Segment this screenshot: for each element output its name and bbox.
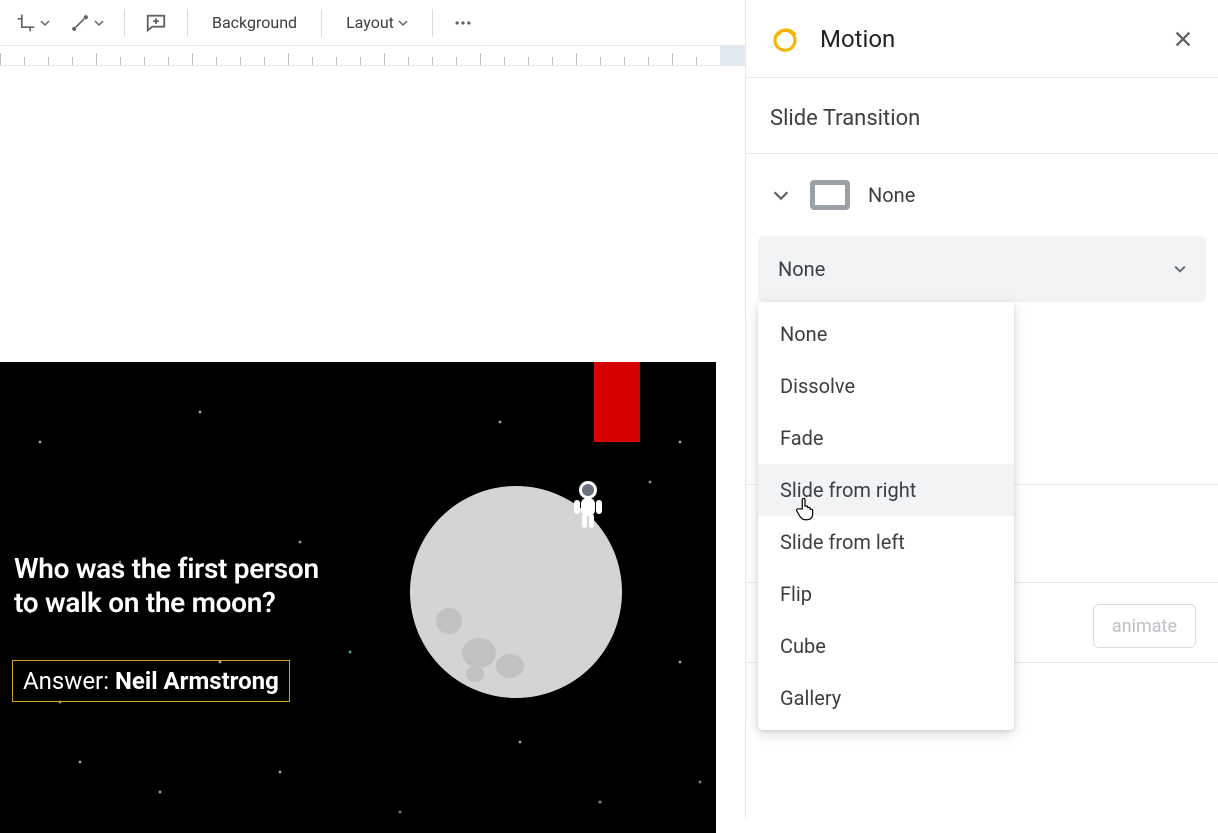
- panel-header: Motion: [746, 0, 1218, 78]
- more-icon: [453, 13, 473, 33]
- red-shape[interactable]: [594, 362, 640, 442]
- close-button[interactable]: [1172, 28, 1194, 50]
- transition-option[interactable]: Fade: [758, 412, 1014, 464]
- crater: [462, 638, 496, 668]
- background-button[interactable]: Background: [200, 6, 309, 40]
- transition-option[interactable]: None: [758, 308, 1014, 360]
- caret-down-icon: [94, 18, 104, 28]
- slide-thumb-icon: [810, 180, 850, 210]
- caret-down-icon: [1174, 263, 1186, 275]
- comment-button[interactable]: [137, 6, 175, 40]
- transition-dropdown: NoneDissolveFadeSlide from rightSlide fr…: [758, 302, 1014, 730]
- ruler-margin: [720, 46, 745, 66]
- astronaut-icon[interactable]: [570, 480, 606, 532]
- crop-icon: [16, 13, 36, 33]
- separator: [321, 9, 322, 37]
- slide-canvas[interactable]: Who was the first person to walk on the …: [0, 362, 716, 833]
- select-value: None: [778, 257, 825, 281]
- transition-option[interactable]: Cube: [758, 620, 1014, 672]
- ruler[interactable]: [0, 46, 745, 66]
- close-icon: [1172, 28, 1194, 50]
- crater: [436, 608, 462, 634]
- transition-option[interactable]: Slide from left: [758, 516, 1014, 568]
- transition-select[interactable]: None: [758, 236, 1206, 302]
- transition-option[interactable]: Flip: [758, 568, 1014, 620]
- separator: [187, 9, 188, 37]
- separator: [432, 9, 433, 37]
- separator: [124, 9, 125, 37]
- current-transition-row[interactable]: None: [746, 154, 1218, 236]
- section-title: Slide Transition: [746, 78, 1218, 154]
- question-text[interactable]: Who was the first person to walk on the …: [14, 552, 319, 619]
- line-tool[interactable]: [62, 6, 112, 40]
- crop-dropdown[interactable]: [8, 6, 58, 40]
- crater: [466, 666, 484, 682]
- answer-textbox[interactable]: Answer: Neil Armstrong: [12, 660, 290, 702]
- layout-button[interactable]: Layout: [334, 6, 420, 40]
- chevron-down-icon: [770, 184, 792, 206]
- animate-button[interactable]: animate: [1093, 604, 1196, 648]
- transition-option[interactable]: Gallery: [758, 672, 1014, 724]
- crater: [496, 654, 524, 678]
- more-button[interactable]: [445, 6, 481, 40]
- transition-option[interactable]: Dissolve: [758, 360, 1014, 412]
- current-transition-value: None: [868, 183, 915, 207]
- panel-title: Motion: [820, 25, 895, 53]
- motion-panel: Motion Slide Transition None None NoneDi…: [745, 0, 1218, 819]
- canvas-area: Who was the first person to walk on the …: [0, 46, 745, 819]
- caret-down-icon: [398, 18, 408, 28]
- motion-icon: [770, 24, 800, 54]
- comment-icon: [145, 12, 167, 34]
- line-icon: [70, 13, 90, 33]
- caret-down-icon: [40, 18, 50, 28]
- transition-option[interactable]: Slide from right: [758, 464, 1014, 516]
